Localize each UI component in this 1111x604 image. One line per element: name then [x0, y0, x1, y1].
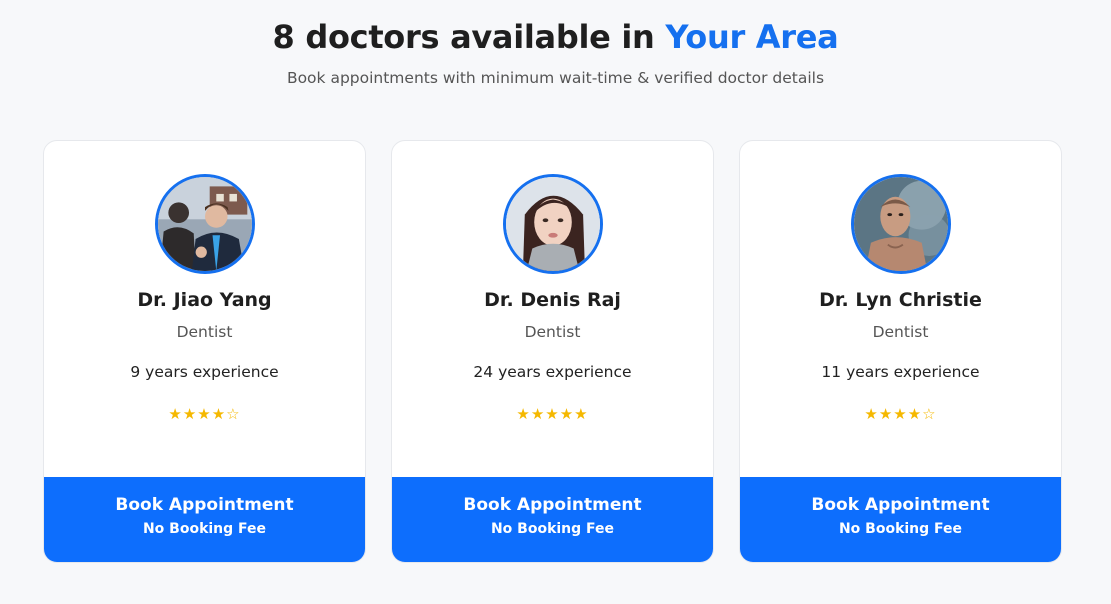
booking-fee-label: No Booking Fee: [838, 521, 963, 537]
doctor-avatar: [851, 174, 951, 274]
doctor-name: Dr. Denis Raj: [484, 289, 621, 311]
booking-fee-label: No Booking Fee: [142, 521, 267, 537]
title-prefix: 8 doctors available in: [272, 18, 655, 56]
rating-stars: ★★★★☆: [168, 405, 241, 423]
doctor-specialty: Dentist: [872, 323, 929, 341]
rating-stars: ★★★★☆: [864, 405, 937, 423]
section-title: 8 doctors available in Your Area: [0, 18, 1111, 56]
book-button-label: Book Appointment: [463, 495, 642, 515]
doctor-specialty: Dentist: [524, 323, 581, 341]
doctors-section: 8 doctors available in Your Area Book ap…: [0, 0, 1111, 604]
book-appointment-button[interactable]: Book Appointment No Booking Fee: [44, 477, 365, 562]
booking-fee-label: No Booking Fee: [490, 521, 615, 537]
doctor-name: Dr. Jiao Yang: [137, 289, 272, 311]
doctor-avatar: [155, 174, 255, 274]
doctor-avatar: [503, 174, 603, 274]
title-accent: Your Area: [665, 18, 839, 56]
book-button-label: Book Appointment: [115, 495, 294, 515]
doctor-specialty: Dentist: [176, 323, 233, 341]
doctor-photo-icon: [158, 177, 252, 271]
doctor-card-list: Dr. Jiao Yang Dentist 9 years experience…: [43, 140, 1063, 564]
book-button-label: Book Appointment: [811, 495, 990, 515]
doctor-photo-icon: [854, 177, 948, 271]
doctor-experience: 9 years experience: [130, 363, 279, 381]
book-appointment-button[interactable]: Book Appointment No Booking Fee: [392, 477, 713, 562]
section-subtitle: Book appointments with minimum wait-time…: [286, 69, 825, 87]
doctor-name: Dr. Lyn Christie: [819, 289, 982, 311]
doctor-card: Dr. Jiao Yang Dentist 9 years experience…: [43, 140, 366, 563]
doctor-experience: 11 years experience: [821, 363, 980, 381]
rating-stars: ★★★★★: [516, 405, 589, 423]
book-appointment-button[interactable]: Book Appointment No Booking Fee: [740, 477, 1061, 562]
doctor-photo-icon: [506, 177, 600, 271]
doctor-card: Dr. Lyn Christie Dentist 11 years experi…: [739, 140, 1062, 563]
doctor-card: Dr. Denis Raj Dentist 24 years experienc…: [391, 140, 714, 563]
doctor-experience: 24 years experience: [473, 363, 632, 381]
